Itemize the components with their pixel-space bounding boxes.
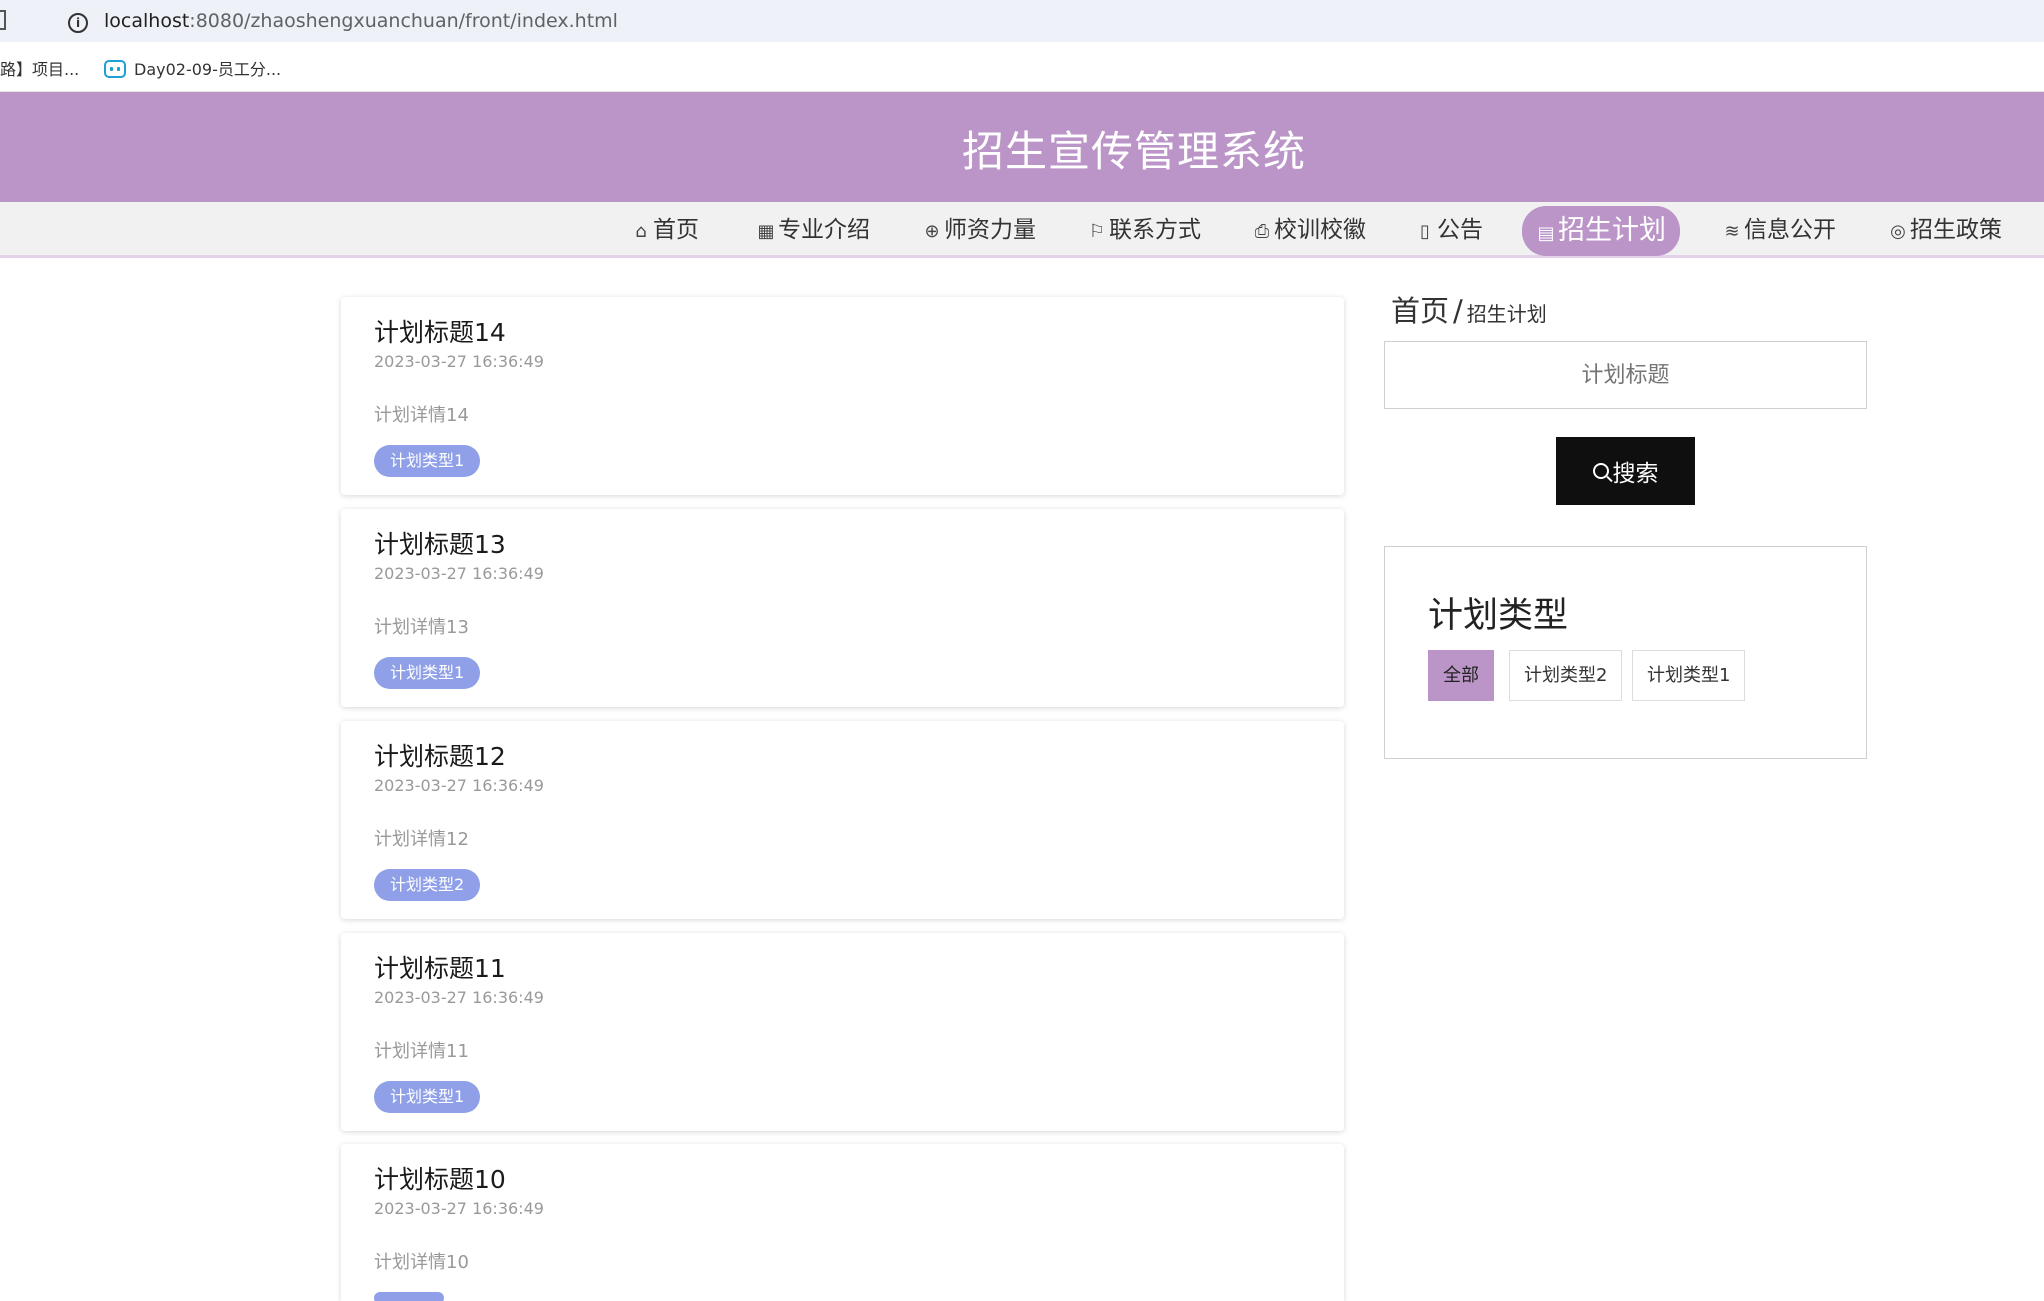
plan-card[interactable]: 计划标题14 2023-03-27 16:36:49 计划详情14 计划类型1 [341, 297, 1344, 495]
plan-type-filter: 计划类型 全部 计划类型2 计划类型1 [1384, 546, 1867, 759]
type-filter-option[interactable]: 计划类型2 [1509, 650, 1623, 701]
nav-item-motto[interactable]: ⎙ 校训校徽 [1238, 210, 1380, 250]
plan-time: 2023-03-27 16:36:49 [374, 352, 544, 371]
plan-detail: 计划详情12 [374, 829, 469, 850]
breadcrumb-current: 招生计划 [1466, 302, 1547, 326]
nav-item-label: 专业介绍 [778, 217, 870, 243]
plan-detail: 计划详情10 [374, 1252, 469, 1273]
plan-type-tag: 计划类型2 [374, 869, 481, 901]
url-path: :8080/zhaoshengxuanchuan/front/index.htm… [189, 10, 618, 32]
plan-card[interactable]: 计划标题12 2023-03-27 16:36:49 计划详情12 计划类型2 [341, 721, 1344, 919]
plan-detail: 计划详情11 [374, 1041, 469, 1062]
browser-address-bar: i localhost:8080/zhaoshengxuanchuan/fron… [0, 0, 2044, 42]
site-title: 招生宣传管理系统 [961, 127, 1306, 176]
flag-icon: ⚐ [1088, 221, 1106, 242]
search-input[interactable] [1384, 341, 1867, 409]
plan-title: 计划标题14 [374, 318, 506, 347]
plan-detail: 计划详情13 [374, 617, 469, 638]
url-host: localhost [104, 10, 190, 32]
nav-item-label: 校训校徽 [1274, 217, 1366, 243]
plan-type-tag: 计划类型1 [374, 445, 481, 477]
search-button[interactable]: 搜索 [1556, 437, 1695, 505]
layers-icon: ≋ [1724, 221, 1740, 242]
nav-item-label: 信息公开 [1744, 217, 1836, 243]
bookmark-label: Day02-09-员工分... [134, 60, 282, 79]
nav-item-label: 联系方式 [1109, 217, 1201, 243]
breadcrumb: 首页 / 招生计划 [1391, 288, 1547, 330]
url-field[interactable]: i localhost:8080/zhaoshengxuanchuan/fron… [28, 3, 2044, 39]
plan-time: 2023-03-27 16:36:49 [374, 776, 544, 795]
bookmark-item[interactable]: Day02-09-员工分... [104, 56, 281, 80]
columns-icon: ▯ [1420, 221, 1430, 242]
nav-item-label: 公告 [1437, 217, 1483, 243]
nav-item-label: 招生政策 [1910, 217, 2002, 243]
nav-item-faculty[interactable]: ⊕ 师资力量 [908, 210, 1050, 250]
plan-type-tag [374, 1292, 444, 1301]
plan-detail: 计划详情14 [374, 405, 469, 426]
type-filter-option[interactable]: 计划类型1 [1632, 650, 1746, 701]
plan-time: 2023-03-27 16:36:49 [374, 988, 544, 1007]
plan-time: 2023-03-27 16:36:49 [374, 564, 544, 583]
type-filter-all[interactable]: 全部 [1428, 650, 1494, 701]
apps-icon: ▦ [757, 221, 775, 242]
search-button-label: 搜索 [1612, 461, 1659, 487]
nav-item-label: 招生计划 [1558, 215, 1666, 246]
nav-item-plan[interactable]: ▤ 招生计划 [1522, 206, 1680, 256]
plan-card[interactable]: 计划标题10 2023-03-27 16:36:49 计划详情10 [341, 1144, 1344, 1301]
bilibili-icon [104, 60, 126, 78]
search-icon [1592, 463, 1609, 479]
breadcrumb-separator: / [1453, 294, 1463, 328]
nav-item-policy[interactable]: ◎ 招生政策 [1874, 210, 2016, 250]
nav-item-notice[interactable]: ▯ 公告 [1401, 210, 1497, 250]
printer-icon: ⎙ [1254, 221, 1270, 242]
plan-title: 计划标题10 [374, 1165, 506, 1194]
site-info-icon[interactable]: i [68, 13, 88, 33]
home-icon: ⌂ [635, 221, 647, 242]
main-nav: ⌂ 首页 ▦ 专业介绍 ⊕ 师资力量 ⚐ 联系方式 ⎙ 校训校徽 ▯ 公告 ▤ 招生计划 ≋ 信… [0, 202, 2044, 258]
nav-item-home[interactable]: ⌂ 首页 [617, 210, 713, 250]
calendar-icon: ▤ [1537, 223, 1555, 244]
plan-title: 计划标题11 [374, 954, 506, 983]
nav-item-contact[interactable]: ⚐ 联系方式 [1073, 210, 1215, 250]
site-header: 招生宣传管理系统 [0, 92, 2044, 202]
palette-icon: ◎ [1890, 221, 1906, 242]
breadcrumb-home[interactable]: 首页 [1391, 294, 1449, 328]
plan-time: 2023-03-27 16:36:49 [374, 1199, 544, 1218]
nav-item-label: 首页 [653, 217, 699, 243]
tab-edge-icon [0, 10, 6, 30]
nav-item-disclosure[interactable]: ≋ 信息公开 [1708, 210, 1850, 250]
bookmarks-bar: 路】项目... Day02-09-员工分... [0, 42, 2044, 92]
plan-type-tag: 计划类型1 [374, 657, 481, 689]
plan-title: 计划标题12 [374, 742, 506, 771]
bookmark-item[interactable]: 路】项目... [0, 56, 79, 80]
plan-type-heading: 计划类型 [1428, 596, 1569, 636]
plan-type-tag: 计划类型1 [374, 1081, 481, 1113]
plan-title: 计划标题13 [374, 530, 506, 559]
nav-item-label: 师资力量 [944, 217, 1036, 243]
globe-icon: ⊕ [924, 221, 940, 242]
nav-item-majors[interactable]: ▦ 专业介绍 [742, 210, 884, 250]
url-text[interactable]: localhost:8080/zhaoshengxuanchuan/front/… [104, 10, 618, 32]
plan-card[interactable]: 计划标题11 2023-03-27 16:36:49 计划详情11 计划类型1 [341, 933, 1344, 1131]
plan-card[interactable]: 计划标题13 2023-03-27 16:36:49 计划详情13 计划类型1 [341, 509, 1344, 707]
